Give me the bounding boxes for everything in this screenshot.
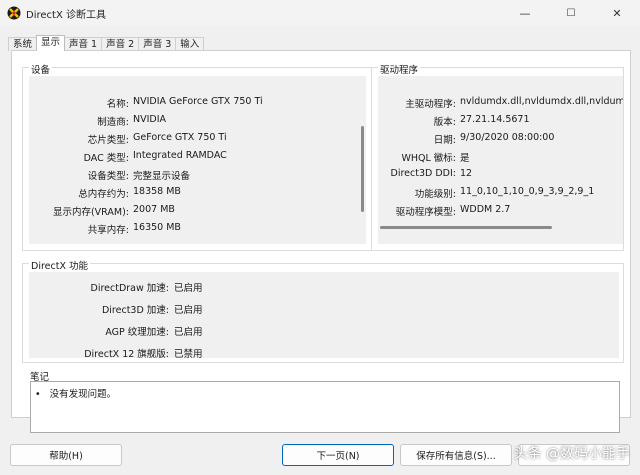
help-button[interactable]: 帮助(H): [10, 444, 122, 466]
save-all-info-button[interactable]: 保存所有信息(S)...: [400, 444, 512, 466]
driver-info-panel[interactable]: 主驱动程序: nvldumdx.dll,nvldumdx.dll,nvldumd…: [378, 76, 623, 244]
display-tab-panel: 设备 名称: NVIDIA GeForce GTX 750 Ti 制造商: NV…: [11, 50, 631, 433]
device-group-title: 设备: [29, 62, 53, 76]
watermark-text: 头条 @数码小能手: [513, 446, 630, 462]
directx-features-panel: DirectDraw 加速: 已启用 Direct3D 加速: 已启用 AGP …: [29, 272, 619, 360]
driver-horizontal-scrollbar[interactable]: [380, 226, 552, 229]
tab-strip: 系统 显示 声音 1 声音 2 声音 3 输入: [8, 35, 205, 51]
close-button[interactable]: ✕: [594, 0, 640, 26]
tab-input[interactable]: 输入: [175, 37, 205, 51]
notes-box[interactable]: • 没有发现问题。: [30, 381, 620, 433]
tab-display[interactable]: 显示: [36, 35, 66, 51]
driver-group-title: 驱动程序: [378, 62, 421, 76]
device-group: 设备 名称: NVIDIA GeForce GTX 750 Ti 制造商: NV…: [22, 62, 373, 251]
directx-features-group: DirectX 功能 DirectDraw 加速: 已启用 Direct3D 加…: [22, 258, 624, 363]
tab-sound-1[interactable]: 声音 1: [64, 37, 103, 51]
device-info-panel[interactable]: 名称: NVIDIA GeForce GTX 750 Ti 制造商: NVIDI…: [29, 76, 366, 244]
dialog-client-area: 系统 显示 声音 1 声音 2 声音 3 输入 设备 名称: NVIDIA Ge…: [0, 26, 640, 475]
bullet: •: [35, 389, 41, 400]
next-page-button[interactable]: 下一页(N): [282, 444, 394, 466]
tab-sound-3[interactable]: 声音 3: [138, 37, 177, 51]
tab-system[interactable]: 系统: [8, 37, 38, 51]
directx-features-title: DirectX 功能: [29, 258, 90, 272]
directx-app-icon: [7, 6, 21, 20]
tab-sound-2[interactable]: 声音 2: [101, 37, 140, 51]
notes-item: • 没有发现问题。: [35, 389, 117, 400]
minimize-button[interactable]: —: [502, 0, 548, 26]
maximize-button[interactable]: ☐: [548, 0, 594, 26]
device-vertical-scrollbar[interactable]: [361, 126, 364, 212]
window-title: DirectX 诊断工具: [26, 10, 106, 21]
notes-group: 笔记 • 没有发现问题。: [22, 369, 624, 433]
title-bar: DirectX 诊断工具 — ☐ ✕: [0, 0, 640, 26]
driver-group: 驱动程序 主驱动程序: nvldumdx.dll,nvldumdx.dll,nv…: [371, 62, 624, 251]
